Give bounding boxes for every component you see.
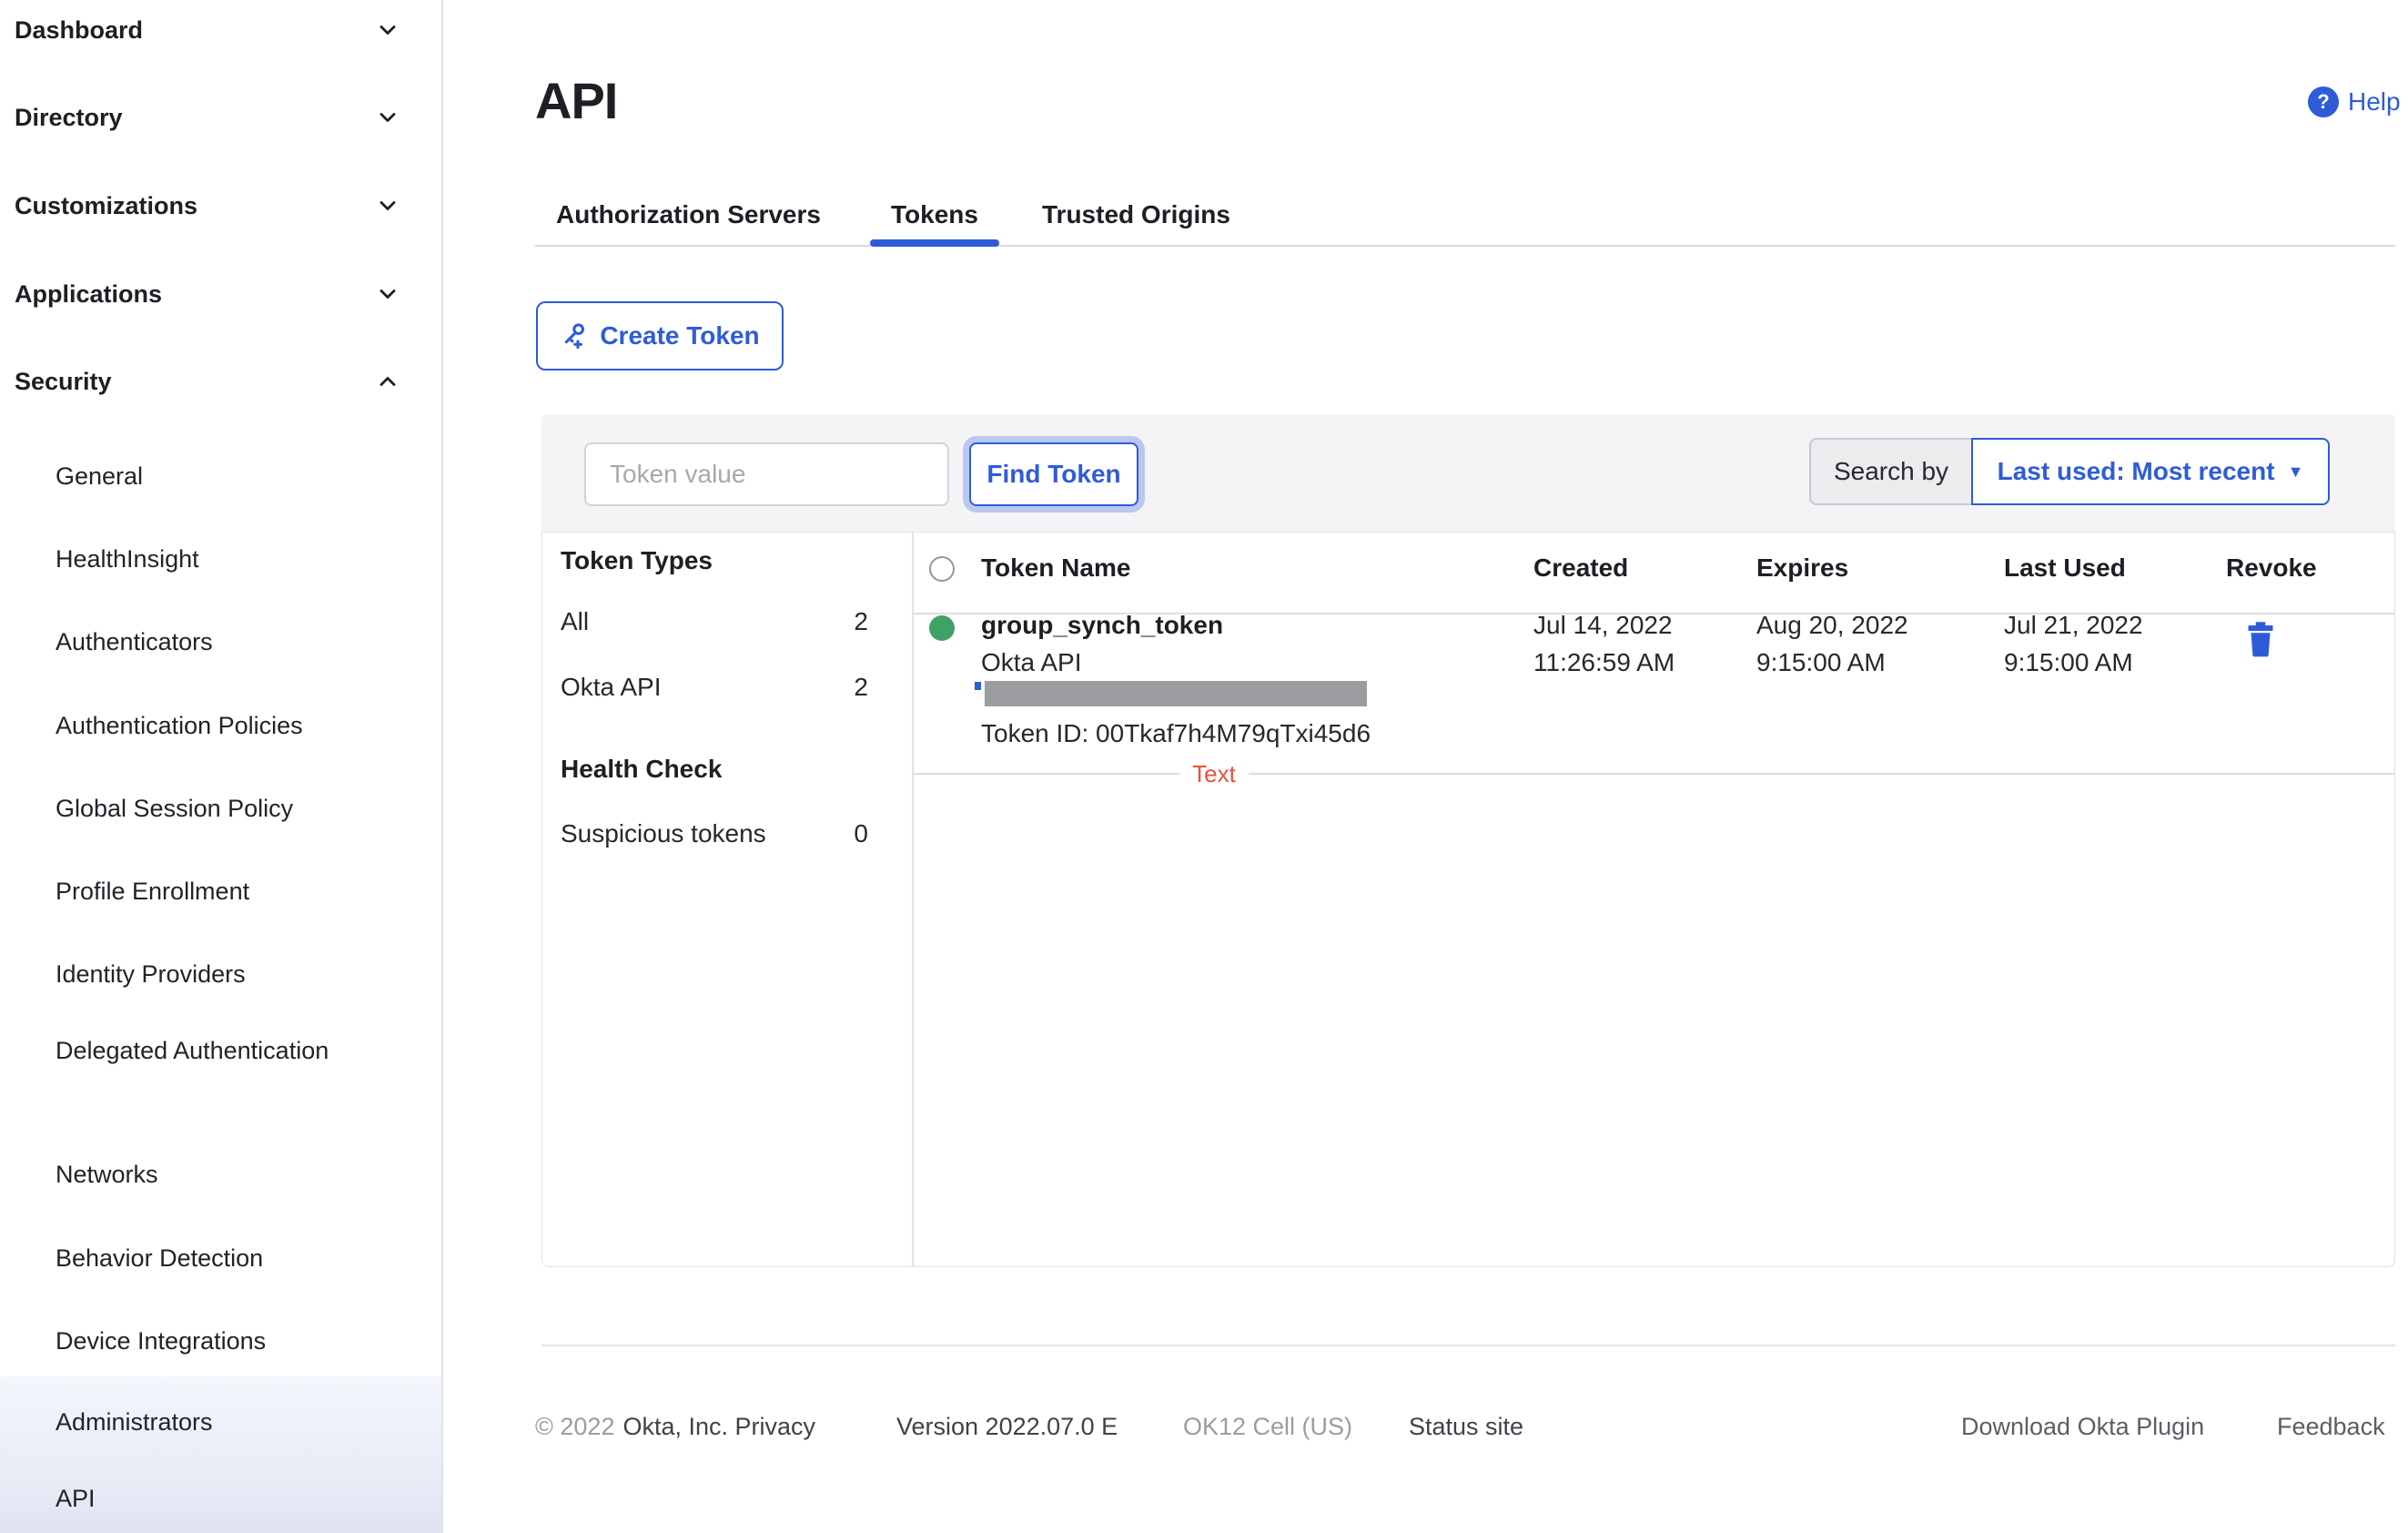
chevron-down-icon: [375, 193, 400, 218]
panel-divider: [912, 533, 914, 1266]
tabs-rule: [535, 245, 2395, 247]
footer-version: Version 2022.07.0 E: [896, 1413, 1118, 1440]
sidebar-item-global-session-policy[interactable]: Global Session Policy: [56, 788, 334, 828]
active-tab-underline: [870, 239, 999, 247]
copyright-year: © 2022: [535, 1413, 615, 1440]
sidebar-item-delegated-authentication[interactable]: Delegated Authentication: [56, 1030, 334, 1071]
help-label: Help: [2348, 87, 2401, 116]
select-all-radio[interactable]: [929, 556, 955, 582]
redacted-value-bar: [985, 681, 1367, 706]
page-title: API: [535, 72, 618, 129]
created-time: 11:26:59 AM: [1533, 648, 1675, 676]
okta-admin-page: Dashboard Directory Customizations Appli…: [0, 0, 2408, 1533]
table-row-rule: [913, 773, 2394, 775]
tab-trusted-origins[interactable]: Trusted Origins: [1042, 200, 1230, 229]
footer-rule: [541, 1345, 2395, 1346]
footer-download-plugin-link[interactable]: Download Okta Plugin: [1961, 1413, 2204, 1441]
sidebar-item-api[interactable]: API: [56, 1478, 334, 1518]
last-used-date: Jul 21, 2022: [2004, 611, 2143, 639]
key-plus-icon: [565, 323, 585, 350]
footer-feedback-link[interactable]: Feedback: [2277, 1413, 2385, 1441]
footer-cell: OK12 Cell (US): [1183, 1413, 1353, 1440]
search-by-label: Search by: [1809, 438, 1973, 505]
tokens-card: [541, 414, 2395, 1267]
expires-date: Aug 20, 2022: [1756, 611, 1908, 639]
sidebar-item-label: Customizations: [15, 192, 198, 219]
token-status-dot: [929, 615, 955, 641]
health-check-title: Health Check: [561, 755, 723, 783]
sidebar-item-dashboard[interactable]: Dashboard: [15, 16, 433, 45]
filter-all[interactable]: All: [561, 607, 589, 636]
tab-authorization-servers[interactable]: Authorization Servers: [556, 200, 821, 229]
filter-suspicious-count: 0: [854, 819, 868, 848]
token-types-title: Token Types: [561, 546, 713, 574]
help-icon: ?: [2308, 86, 2339, 117]
sidebar-item-label: Directory: [15, 104, 123, 131]
footer-copyright: © 2022 Okta, Inc. Privacy: [535, 1413, 815, 1441]
last-used-time: 9:15:00 AM: [2004, 648, 2133, 676]
sidebar-divider: [441, 0, 443, 1533]
token-id: Token ID: 00Tkaf7h4M79qTxi45d6: [981, 719, 1371, 747]
col-created: Created: [1533, 553, 1629, 582]
find-token-button[interactable]: Find Token: [969, 442, 1138, 506]
token-value-input[interactable]: [584, 442, 949, 506]
col-token-name: Token Name: [981, 553, 1131, 582]
sidebar-item-label: Dashboard: [15, 16, 144, 44]
sidebar-item-identity-providers[interactable]: Identity Providers: [56, 954, 334, 994]
sidebar-item-device-integrations[interactable]: Device Integrations: [56, 1321, 334, 1361]
token-name[interactable]: group_synch_token: [981, 611, 1223, 640]
sidebar-item-directory[interactable]: Directory: [15, 104, 433, 132]
sidebar-item-security[interactable]: Security: [15, 368, 433, 396]
sidebar-item-applications[interactable]: Applications: [15, 280, 433, 309]
sidebar-item-authenticators[interactable]: Authenticators: [56, 622, 334, 662]
sidebar-item-healthinsight[interactable]: HealthInsight: [56, 539, 334, 579]
annotation-label: Text: [1179, 760, 1249, 788]
sidebar-item-authentication-policies[interactable]: Authentication Policies: [56, 706, 334, 746]
filter-suspicious-tokens[interactable]: Suspicious tokens: [561, 819, 766, 848]
create-token-label: Create Token: [600, 321, 760, 350]
col-revoke: Revoke: [2226, 553, 2317, 582]
sidebar-item-behavior-detection[interactable]: Behavior Detection: [56, 1238, 334, 1278]
caret-down-icon: ▼: [2287, 462, 2304, 481]
sidebar-item-networks[interactable]: Networks: [56, 1154, 334, 1194]
sidebar-item-administrators[interactable]: Administrators: [56, 1402, 334, 1442]
chevron-down-icon: [375, 17, 400, 43]
sidebar-item-general[interactable]: General: [56, 456, 334, 496]
help-link[interactable]: ? Help: [2308, 86, 2401, 117]
created-date: Jul 14, 2022: [1533, 611, 1673, 639]
footer-status-site-link[interactable]: Status site: [1409, 1413, 1523, 1441]
filter-okta-api[interactable]: Okta API: [561, 673, 662, 702]
col-last-used: Last Used: [2004, 553, 2126, 582]
filter-all-count: 2: [854, 607, 868, 635]
chevron-down-icon: [375, 281, 400, 307]
tab-tokens[interactable]: Tokens: [891, 200, 978, 229]
sort-dropdown-value: Last used: Most recent: [1997, 457, 2275, 485]
col-expires: Expires: [1756, 553, 1849, 582]
token-type: Okta API: [981, 648, 1082, 676]
sidebar-item-label: Applications: [15, 280, 163, 308]
sidebar-item-label: Security: [15, 368, 112, 395]
sidebar-item-profile-enrollment[interactable]: Profile Enrollment: [56, 871, 334, 911]
expires-time: 9:15:00 AM: [1756, 648, 1886, 676]
redaction-tick: [975, 682, 981, 690]
chevron-up-icon: [375, 369, 400, 394]
company-privacy-link[interactable]: Okta, Inc. Privacy: [622, 1413, 815, 1441]
filter-okta-api-count: 2: [854, 673, 868, 701]
chevron-down-icon: [375, 105, 400, 130]
sort-dropdown[interactable]: Last used: Most recent ▼: [1971, 438, 2330, 505]
sidebar-item-customizations[interactable]: Customizations: [15, 192, 433, 220]
revoke-trash-icon[interactable]: [2244, 621, 2277, 657]
create-token-button[interactable]: Create Token: [536, 301, 784, 371]
